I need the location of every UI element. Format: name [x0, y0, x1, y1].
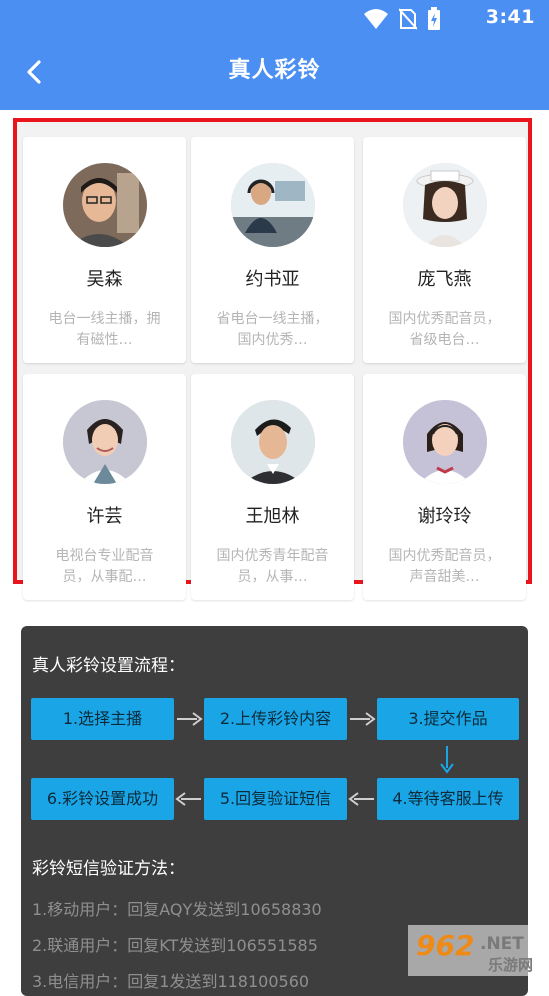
announcer-card[interactable]: 许芸 电视台专业配音员，从事配… [23, 374, 186, 600]
step-submit-work: 3.提交作品 [377, 698, 519, 740]
announcer-name: 谢玲玲 [417, 506, 472, 527]
announcer-avatar [62, 163, 147, 247]
wifi-icon [363, 8, 389, 34]
arrow-left-icon [175, 790, 203, 812]
page-title: 真人彩铃 [228, 58, 321, 83]
sms-method-line: 1.移动用户：回复AQY发送到10658830 [32, 900, 322, 919]
announcer-desc: 国内优秀配音员，省级电台… [388, 311, 501, 348]
watermark-logo: 962 .NET 乐游网 [408, 925, 549, 976]
announcer-avatar [230, 163, 315, 247]
announcer-name: 吴森 [86, 269, 123, 290]
announcer-card[interactable]: 吴森 电台一线主播，拥有磁性… [23, 137, 186, 363]
announcer-name: 约书亚 [245, 269, 300, 290]
announcer-card[interactable]: 王旭林 国内优秀青年配音员，从事… [191, 374, 354, 600]
announcer-card[interactable]: 庞飞燕 国内优秀配音员，省级电台… [363, 137, 526, 363]
announcer-avatar [402, 163, 487, 247]
sms-method-line: 3.电信用户：回复1发送到118100560 [32, 972, 310, 991]
announcer-avatar [230, 400, 315, 484]
no-sim-icon [398, 8, 418, 34]
status-icons [363, 7, 441, 35]
arrow-right-icon [348, 710, 376, 732]
announcer-name: 许芸 [86, 506, 123, 527]
watermark-site: 乐游网 [488, 956, 533, 974]
back-button[interactable] [14, 54, 54, 94]
sms-title: 彩铃短信验证方法： [32, 859, 185, 879]
announcer-card[interactable]: 约书亚 省电台一线主播，国内优秀… [191, 137, 354, 363]
chevron-left-icon [24, 59, 44, 89]
announcer-name: 王旭林 [245, 506, 300, 527]
status-time: 3:41 [485, 6, 535, 28]
announcer-grid: 吴森 电台一线主播，拥有磁性… 约书亚 省电台一线主播，国内优秀… 庞飞燕 国内… [13, 118, 532, 600]
sms-method-line: 2.联通用户：回复KT发送到106551585 [32, 936, 318, 955]
watermark-suffix: .NET [480, 934, 524, 954]
step-setup-success: 6.彩铃设置成功 [31, 778, 174, 820]
step-wait-upload: 4.等待客服上传 [377, 778, 519, 820]
status-bar: 3:41 [0, 0, 549, 38]
step-reply-sms: 5.回复验证短信 [204, 778, 347, 820]
arrow-right-icon [175, 710, 203, 732]
announcer-name: 庞飞燕 [417, 269, 472, 290]
nav-bar: 真人彩铃 [0, 38, 549, 110]
announcer-card[interactable]: 谢玲玲 国内优秀配音员，声音甜美… [363, 374, 526, 600]
battery-charging-icon [427, 7, 441, 35]
arrow-down-icon [438, 744, 456, 778]
announcer-avatar [62, 400, 147, 484]
announcer-desc: 电视台专业配音员，从事配… [55, 548, 154, 585]
watermark-number: 962 [416, 929, 474, 962]
announcer-desc: 电台一线主播，拥有磁性… [48, 311, 161, 348]
arrow-left-icon [348, 790, 376, 812]
announcer-avatar [402, 400, 487, 484]
process-title: 真人彩铃设置流程： [32, 656, 185, 676]
announcer-desc: 国内优秀配音员，声音甜美… [388, 548, 501, 585]
announcer-desc: 国内优秀青年配音员，从事… [216, 548, 329, 585]
step-select-announcer: 1.选择主播 [31, 698, 174, 740]
announcer-desc: 省电台一线主播，国内优秀… [216, 311, 329, 348]
step-upload-content: 2.上传彩铃内容 [204, 698, 347, 740]
